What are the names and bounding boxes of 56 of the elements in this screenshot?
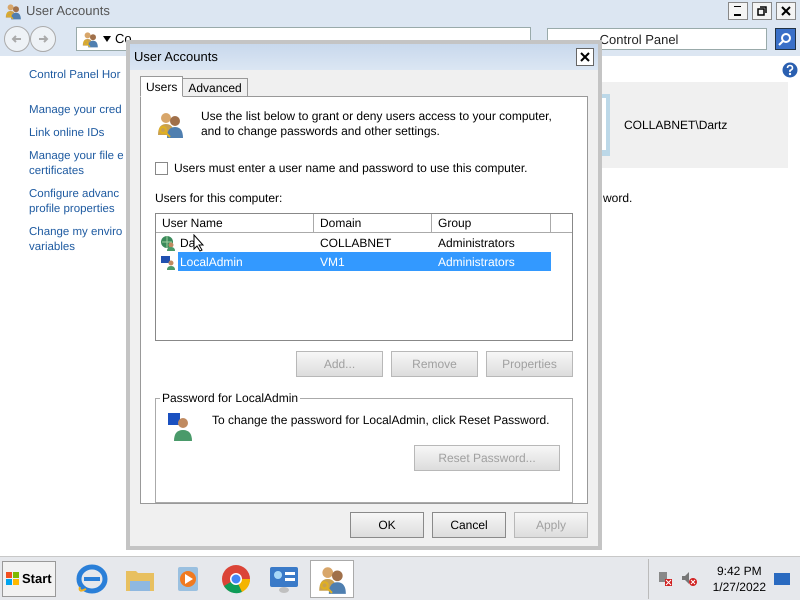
volume-muted-icon	[680, 570, 697, 586]
description-text: word.	[603, 191, 632, 205]
table-cell-text: Administrators	[437, 234, 516, 252]
close-button[interactable]	[576, 48, 594, 66]
table-cell: LocalAdmin	[178, 252, 314, 271]
checkbox[interactable]	[155, 162, 168, 174]
show-desktop-icon	[774, 572, 790, 584]
sidebar-link[interactable]: Manage your cred	[29, 103, 126, 118]
back-arrow-icon	[11, 33, 23, 45]
dialog-button[interactable]: Cancel	[432, 512, 506, 538]
checkbox-label: Users must enter a user name and password to use this computer.	[174, 160, 528, 177]
sidebar-link[interactable]: Change my enviro variables	[29, 225, 126, 255]
column-header[interactable]: Group	[432, 214, 551, 233]
table-cell: Administrators	[432, 252, 551, 271]
minimize-button[interactable]	[728, 2, 748, 20]
sidebar-link[interactable]: Configure advanc profile properties	[29, 187, 126, 217]
group-title: Password for LocalAdmin	[161, 390, 300, 408]
sidebar-link[interactable]: Link online IDs	[29, 126, 126, 141]
taskbar-app[interactable]	[310, 560, 354, 598]
column-header[interactable]: Domain	[314, 214, 432, 233]
sidebar-link[interactable]: Manage your file e certificates	[29, 149, 126, 179]
clock-time: 9:42 PM	[716, 562, 762, 578]
network-error-icon	[656, 570, 673, 586]
restore-button[interactable]	[752, 2, 772, 20]
location-icon	[81, 30, 99, 48]
password-hint: To change the password for LocalAdmin, click Reset Password.	[212, 412, 550, 430]
user-computer-icon	[160, 254, 176, 270]
user-globe-icon	[160, 234, 176, 250]
forward-arrow-icon	[37, 33, 49, 45]
window-title: User Accounts	[26, 2, 110, 20]
account-name: COLLABNET\Dartz	[624, 117, 728, 134]
start-button[interactable]: Start	[2, 560, 56, 596]
clock-date: 1/27/2022	[712, 578, 766, 594]
column-header[interactable]: User Name	[156, 214, 314, 233]
restore-icon	[756, 5, 768, 17]
windows-logo-icon	[6, 572, 20, 586]
intro-text: Use the list below to grant or deny users access to your computer, and to change passwords and other settings.	[201, 109, 553, 139]
close-icon	[580, 52, 590, 62]
tab[interactable]: Users	[140, 76, 184, 97]
window-icon	[4, 2, 22, 20]
chrome-browser-icon	[220, 562, 252, 594]
dialog-button[interactable]: OK	[350, 512, 424, 538]
browser-e-icon	[76, 562, 108, 594]
tab[interactable]: Advanced	[183, 78, 248, 97]
search-button[interactable]	[774, 28, 796, 50]
search-icon	[778, 32, 792, 46]
sidebar-link[interactable]: Control Panel Hor	[29, 68, 126, 83]
table-cell-text: COLLABNET	[319, 234, 392, 252]
close-icon	[780, 5, 792, 17]
cursor-icon	[193, 234, 206, 252]
dropdown-icon	[103, 36, 111, 42]
close-button[interactable]	[776, 2, 796, 20]
table-cell: VM1	[314, 252, 432, 271]
dialog-title: User Accounts	[134, 48, 219, 66]
users-label: Users for this computer:	[155, 190, 284, 207]
minimize-icon	[732, 5, 744, 17]
